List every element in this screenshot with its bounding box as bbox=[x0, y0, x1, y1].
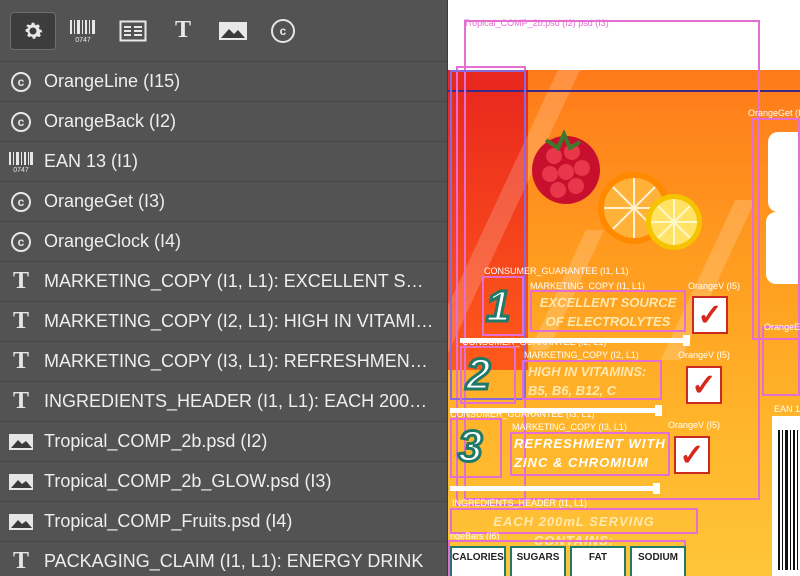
artwork-canvas[interactable]: Tropical_COMP_2b.psd (I2) psd (I3) Orang… bbox=[448, 0, 800, 576]
barcode-area bbox=[772, 416, 800, 576]
svg-text:0747: 0747 bbox=[13, 167, 29, 173]
nutrition-box: CALORIES bbox=[450, 546, 506, 576]
layer-row[interactable]: c OrangeLine (I15) bbox=[0, 62, 447, 102]
text-icon: T bbox=[12, 348, 29, 374]
layer-row[interactable]: 0747 EAN 13 (I1) bbox=[0, 142, 447, 182]
checkmark-box[interactable]: ✓ bbox=[686, 366, 722, 404]
gear-icon bbox=[25, 22, 43, 39]
image-icon bbox=[219, 21, 247, 40]
copyright-icon: c bbox=[271, 18, 295, 43]
barcode-icon: 0747 bbox=[70, 19, 95, 43]
image-icon bbox=[8, 469, 34, 495]
frame-orange-side[interactable] bbox=[762, 326, 800, 396]
copyright-icon: c bbox=[8, 109, 34, 135]
layer-label: OrangeClock (I4) bbox=[44, 231, 182, 251]
check-icon: ✓ bbox=[697, 298, 723, 332]
copyright-icon: c bbox=[8, 229, 34, 255]
nutrition-box: FAT bbox=[570, 546, 626, 576]
barcode-icon bbox=[778, 430, 798, 570]
layer-row[interactable]: Tropical_COMP_Fruits.psd (I4) bbox=[0, 502, 447, 542]
checkmark-box[interactable]: ✓ bbox=[674, 436, 710, 474]
layer-label: MARKETING_COPY (I1, L1): EXCELLENT SOUR.… bbox=[44, 271, 434, 291]
layer-list: c OrangeLine (I15) c OrangeBack (I2) 0747 EAN… bbox=[0, 62, 447, 576]
marketing-copy-text: REFRESHMENT WITH ZINC & CHROMIUM bbox=[514, 436, 666, 470]
layer-label: Tropical_COMP_2b_GLOW.psd (I3) bbox=[44, 471, 332, 491]
text-tool-button[interactable]: T bbox=[160, 12, 206, 50]
image-icon bbox=[8, 509, 34, 535]
image-tool-button[interactable] bbox=[210, 12, 256, 50]
layer-row[interactable]: c OrangeClock (I4) bbox=[0, 222, 447, 262]
barcode-icon: 0747 bbox=[8, 149, 34, 175]
guarantee-number: 1 bbox=[484, 281, 512, 333]
layer-label: OrangeGet (I3) bbox=[44, 191, 166, 211]
layer-label: Tropical_COMP_Fruits.psd (I4) bbox=[44, 511, 293, 531]
frame-label: MARKETING_COPY (I2, L1) bbox=[524, 350, 639, 360]
layer-label: OrangeBack (I2) bbox=[44, 111, 177, 131]
layers-panel: 0747 T c c OrangeLine (I15) c OrangeBack (I… bbox=[0, 0, 448, 576]
layer-row[interactable]: c OrangeBack (I2) bbox=[0, 102, 447, 142]
layer-label: OrangeLine (I15) bbox=[44, 71, 181, 91]
check-icon: ✓ bbox=[679, 438, 705, 472]
frame-label: OrangeE bbox=[764, 322, 800, 332]
copyright-icon: c bbox=[8, 69, 34, 95]
layer-row[interactable]: T PACKAGING_CLAIM (I1, L1): ENERGY DRINK bbox=[0, 542, 447, 576]
text-frame-icon bbox=[119, 20, 147, 41]
frame-label: INGREDIENTS_HEADER (I1, L1) bbox=[452, 498, 588, 508]
guarantee-number: 3 bbox=[456, 421, 484, 473]
image-icon bbox=[8, 429, 34, 455]
frame-label: MARKETING_COPY (I3, L1) bbox=[512, 422, 627, 432]
layer-row[interactable]: T MARKETING_COPY (I1, L1): EXCELLENT SOUR… bbox=[0, 262, 447, 302]
text-icon: T bbox=[12, 268, 29, 294]
text-icon: T bbox=[174, 17, 191, 43]
checkmark-box[interactable]: ✓ bbox=[692, 296, 728, 334]
frame-orange-get[interactable] bbox=[752, 118, 800, 340]
copyright-icon: c bbox=[8, 189, 34, 215]
frame-label: OrangeV (I5) bbox=[688, 281, 741, 291]
layer-label: PACKAGING_CLAIM (I1, L1): ENERGY DRINK bbox=[44, 551, 424, 571]
layer-label: EAN 13 (I1) bbox=[44, 151, 139, 171]
frame-label: OrangeGet (I3) bbox=[748, 108, 800, 118]
layer-label: MARKETING_COPY (I2, L1): HIGH IN VITAMIN… bbox=[44, 311, 434, 331]
marketing-copy-text: EXCELLENT SOURCE OF ELECTROLYTES bbox=[539, 295, 677, 329]
layer-row[interactable]: c OrangeGet (I3) bbox=[0, 182, 447, 222]
layer-label: MARKETING_COPY (I3, L1): REFRESHMENT W..… bbox=[44, 351, 434, 371]
frame-label: Tropical_COMP_2b.psd (I2) psd (I3) bbox=[464, 18, 609, 28]
layer-row[interactable]: T INGREDIENTS_HEADER (I1, L1): EACH 200mL… bbox=[0, 382, 447, 422]
svg-text:0747: 0747 bbox=[75, 37, 91, 43]
guide-rule bbox=[450, 483, 660, 494]
layer-row[interactable]: T MARKETING_COPY (I3, L1): REFRESHMENT W.… bbox=[0, 342, 447, 382]
text-icon: T bbox=[12, 308, 29, 334]
text-icon: T bbox=[12, 548, 29, 574]
copyright-tool-button[interactable]: c bbox=[260, 12, 306, 50]
text-frame-tool-button[interactable] bbox=[110, 12, 156, 50]
frame-label: OrangeV (I5) bbox=[668, 420, 721, 430]
guarantee-number: 2 bbox=[464, 349, 492, 401]
frame-label: CONSUMER_GUARANTEE (I1, L1) bbox=[484, 266, 629, 276]
layer-label: Tropical_COMP_2b.psd (I2) bbox=[44, 431, 268, 451]
panel-toolbar: 0747 T c bbox=[0, 0, 447, 62]
layer-row[interactable]: Tropical_COMP_2b.psd (I2) bbox=[0, 422, 447, 462]
barcode-tool-button[interactable]: 0747 bbox=[60, 12, 106, 50]
check-icon: ✓ bbox=[691, 368, 717, 402]
layer-row[interactable]: T MARKETING_COPY (I2, L1): HIGH IN VITAMI… bbox=[0, 302, 447, 342]
layer-label: INGREDIENTS_HEADER (I1, L1): EACH 200mL.… bbox=[44, 391, 434, 411]
frame-label: EAN 13 bbox=[774, 404, 800, 414]
nutrition-box: SUGARS bbox=[510, 546, 566, 576]
frame-label: OrangeV (I5) bbox=[678, 350, 731, 360]
settings-button[interactable] bbox=[10, 11, 56, 50]
nutrition-box: SODIUM bbox=[630, 546, 686, 576]
marketing-copy-text: HIGH IN VITAMINS: B5, B6, B12, C bbox=[528, 364, 647, 398]
layer-row[interactable]: Tropical_COMP_2b_GLOW.psd (I3) bbox=[0, 462, 447, 502]
text-icon: T bbox=[12, 388, 29, 414]
